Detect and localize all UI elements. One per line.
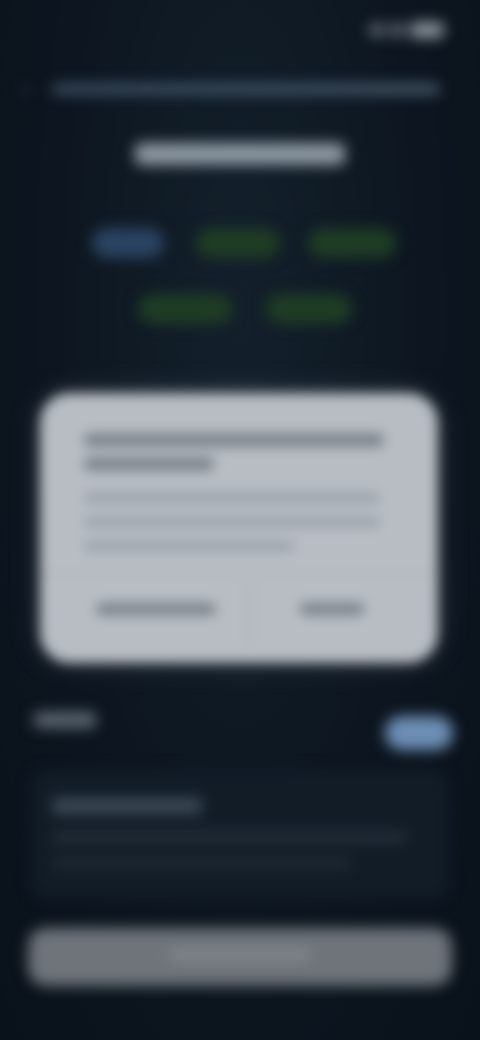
modal-dialog — [40, 393, 438, 663]
primary-bottom-button-label — [170, 948, 310, 962]
battery-icon — [410, 22, 444, 38]
choice-pill-3[interactable] — [308, 228, 396, 258]
choice-pill-1[interactable] — [92, 228, 164, 258]
screen: ‹ — [0, 0, 480, 1040]
dialog-title-line-2 — [84, 457, 214, 471]
status-bar — [0, 10, 480, 50]
toggle-switch[interactable] — [385, 716, 453, 750]
wifi-icon — [390, 24, 404, 36]
dialog-body-line-3 — [84, 541, 294, 551]
url-bar[interactable] — [52, 84, 440, 94]
page-heading — [135, 143, 345, 165]
browser-toolbar: ‹ — [22, 78, 440, 100]
choice-pill-5[interactable] — [266, 294, 352, 324]
dialog-button-divider — [248, 583, 250, 643]
status-icons — [370, 22, 444, 38]
chevron-left-icon[interactable]: ‹ — [22, 80, 38, 98]
dialog-left-button-label — [96, 603, 216, 615]
dialog-divider — [40, 573, 438, 574]
choice-pill-4[interactable] — [138, 294, 232, 324]
dialog-body — [84, 493, 380, 503]
info-card-text — [52, 832, 407, 842]
section-label — [34, 712, 96, 728]
status-time — [36, 20, 106, 38]
info-card-title — [52, 798, 202, 814]
dialog-title — [84, 433, 384, 447]
dialog-right-button-label — [300, 603, 364, 615]
signal-icon — [370, 24, 384, 36]
choice-pill-2[interactable] — [196, 228, 280, 258]
dialog-right-button[interactable] — [270, 589, 400, 631]
dialog-body-line-2 — [84, 517, 380, 527]
dialog-left-button[interactable] — [84, 589, 234, 631]
info-card-text-2 — [52, 858, 352, 868]
